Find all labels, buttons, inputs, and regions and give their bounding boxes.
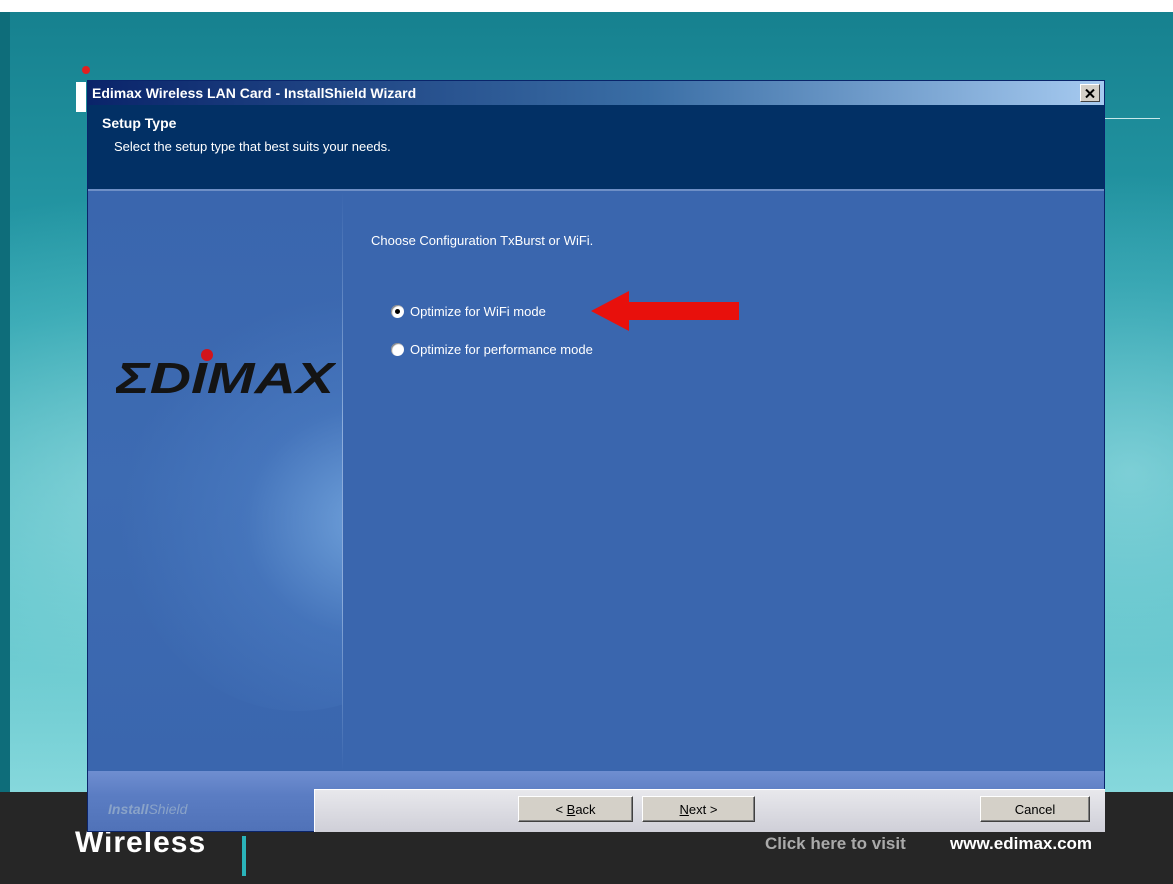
desktop-top-strip	[0, 0, 1173, 12]
window-title: Edimax Wireless LAN Card - InstallShield…	[92, 85, 417, 101]
option-performance-mode[interactable]: Optimize for performance mode	[391, 342, 593, 357]
close-icon	[1085, 88, 1095, 98]
title-bar[interactable]: Edimax Wireless LAN Card - InstallShield…	[88, 81, 1104, 105]
splash-logo-dot	[82, 66, 90, 74]
page-subtitle: Select the setup type that best suits yo…	[114, 139, 391, 154]
installshield-dialog: Edimax Wireless LAN Card - InstallShield…	[87, 80, 1105, 832]
side-panel	[88, 191, 342, 771]
wizard-header: Setup Type Select the setup type that be…	[88, 105, 1104, 191]
edimax-logo: ΣDIMAX	[116, 349, 336, 399]
radio-performance-mode[interactable]	[391, 343, 404, 356]
splash-line	[1100, 118, 1160, 119]
red-arrow-icon	[591, 291, 739, 331]
splash-logo-fragment	[76, 82, 86, 112]
cancel-button[interactable]: Cancel	[980, 796, 1090, 822]
close-button[interactable]	[1080, 84, 1100, 102]
next-button[interactable]: Next >	[642, 796, 755, 822]
radio-wifi-mode[interactable]	[391, 305, 404, 318]
option-wifi-mode-label[interactable]: Optimize for WiFi mode	[410, 304, 546, 319]
option-performance-mode-label[interactable]: Optimize for performance mode	[410, 342, 593, 357]
splash-click-here-link[interactable]: Click here to visit	[765, 834, 906, 854]
splash-divider-bar	[242, 836, 246, 876]
page-title: Setup Type	[102, 115, 177, 131]
back-button[interactable]: < Back	[518, 796, 633, 822]
svg-text:ΣDIMAX: ΣDIMAX	[116, 354, 336, 399]
splash-url-link[interactable]: www.edimax.com	[950, 834, 1092, 854]
splash-left-edge	[0, 12, 10, 792]
config-prompt: Choose Configuration TxBurst or WiFi.	[371, 233, 594, 248]
button-bar: < Back Next > Cancel	[314, 789, 1105, 832]
side-panel-divider	[342, 191, 343, 771]
installshield-brand: InstallShield	[108, 801, 188, 817]
wizard-footer: InstallShield < Back Next > Cancel	[88, 771, 1105, 832]
option-wifi-mode[interactable]: Optimize for WiFi mode	[391, 304, 546, 319]
